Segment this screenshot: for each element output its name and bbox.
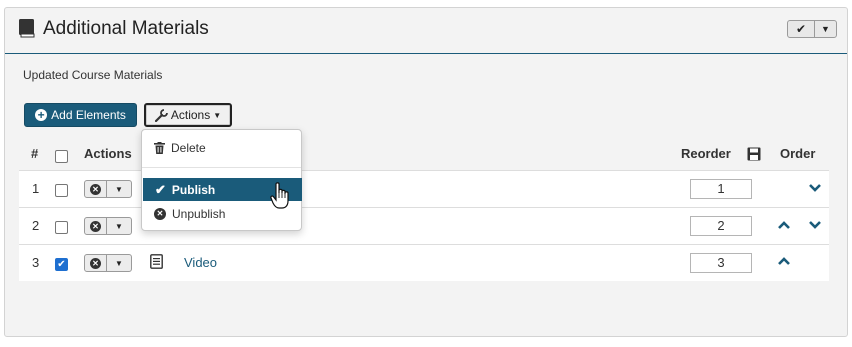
row-checkbox[interactable] xyxy=(55,221,68,234)
actions-dropdown-button[interactable]: Actions ▼ xyxy=(144,103,232,127)
caret-down-icon: ▼ xyxy=(213,110,222,120)
row-number: 2 xyxy=(32,218,40,233)
actions-dropdown-menu: Delete ✔ Publish ✕ Unpublish xyxy=(141,129,302,231)
row-checkbox[interactable]: ✔ xyxy=(55,258,68,271)
hand-cursor-icon xyxy=(270,182,289,209)
panel-header: Additional Materials ✔ ▼ xyxy=(5,8,847,54)
header-number: # xyxy=(31,146,39,161)
menu-divider xyxy=(142,167,301,168)
chevron-down-icon[interactable]: ▼ xyxy=(107,181,131,197)
move-down-icon[interactable] xyxy=(808,220,822,230)
circle-x-icon[interactable]: ✕ xyxy=(90,257,101,269)
chevron-down-icon[interactable]: ▼ xyxy=(107,218,131,234)
row-actions-button[interactable]: ✕ ▼ xyxy=(84,254,132,272)
move-down-icon[interactable] xyxy=(808,183,822,193)
menu-item-delete[interactable]: Delete xyxy=(142,136,301,159)
chevron-down-icon[interactable]: ▼ xyxy=(815,21,836,37)
move-up-icon[interactable] xyxy=(777,256,791,266)
row-actions-button[interactable]: ✕ ▼ xyxy=(84,217,132,235)
document-icon xyxy=(150,254,163,269)
wrench-icon xyxy=(154,108,168,122)
header-actions: Actions xyxy=(84,146,132,161)
add-elements-button[interactable]: + Add Elements xyxy=(24,103,137,127)
row-actions-button[interactable]: ✕ ▼ xyxy=(84,180,132,198)
save-icon[interactable] xyxy=(747,147,761,161)
plus-circle-icon: + xyxy=(35,109,48,121)
row-number: 3 xyxy=(32,255,40,270)
circle-x-icon: ✕ xyxy=(154,207,166,220)
menu-item-label: Publish xyxy=(171,182,216,197)
order-input[interactable]: 1 xyxy=(690,179,752,199)
header-order: Order xyxy=(780,146,816,161)
chevron-down-icon[interactable]: ▼ xyxy=(107,255,131,271)
section-subtitle: Updated Course Materials xyxy=(23,68,163,82)
select-all-checkbox[interactable] xyxy=(55,150,68,163)
circle-x-icon[interactable]: ✕ xyxy=(90,183,101,195)
table-row: 3 ✔ ✕ ▼ Video 3 xyxy=(19,244,829,281)
circle-x-icon[interactable]: ✕ xyxy=(90,220,101,232)
bulk-status-split-button[interactable]: ✔ ▼ xyxy=(787,20,837,38)
trash-icon xyxy=(154,141,165,154)
actions-label: Actions xyxy=(170,108,211,122)
check-icon[interactable]: ✔ xyxy=(788,21,815,37)
additional-materials-panel: Additional Materials ✔ ▼ Updated Course … xyxy=(4,7,848,337)
header-reorder: Reorder xyxy=(681,146,731,161)
book-icon xyxy=(19,19,35,38)
add-elements-label: Add Elements xyxy=(51,108,126,122)
row-checkbox[interactable] xyxy=(55,184,68,197)
item-title-link[interactable]: Video xyxy=(184,255,217,270)
check-icon: ✔ xyxy=(155,181,166,197)
menu-item-label: Delete xyxy=(171,140,206,155)
move-up-icon[interactable] xyxy=(777,220,791,230)
menu-item-label: Unpublish xyxy=(172,206,226,221)
order-input[interactable]: 2 xyxy=(690,216,752,236)
panel-title: Additional Materials xyxy=(43,18,209,39)
row-number: 1 xyxy=(32,181,40,196)
order-input[interactable]: 3 xyxy=(690,253,752,273)
